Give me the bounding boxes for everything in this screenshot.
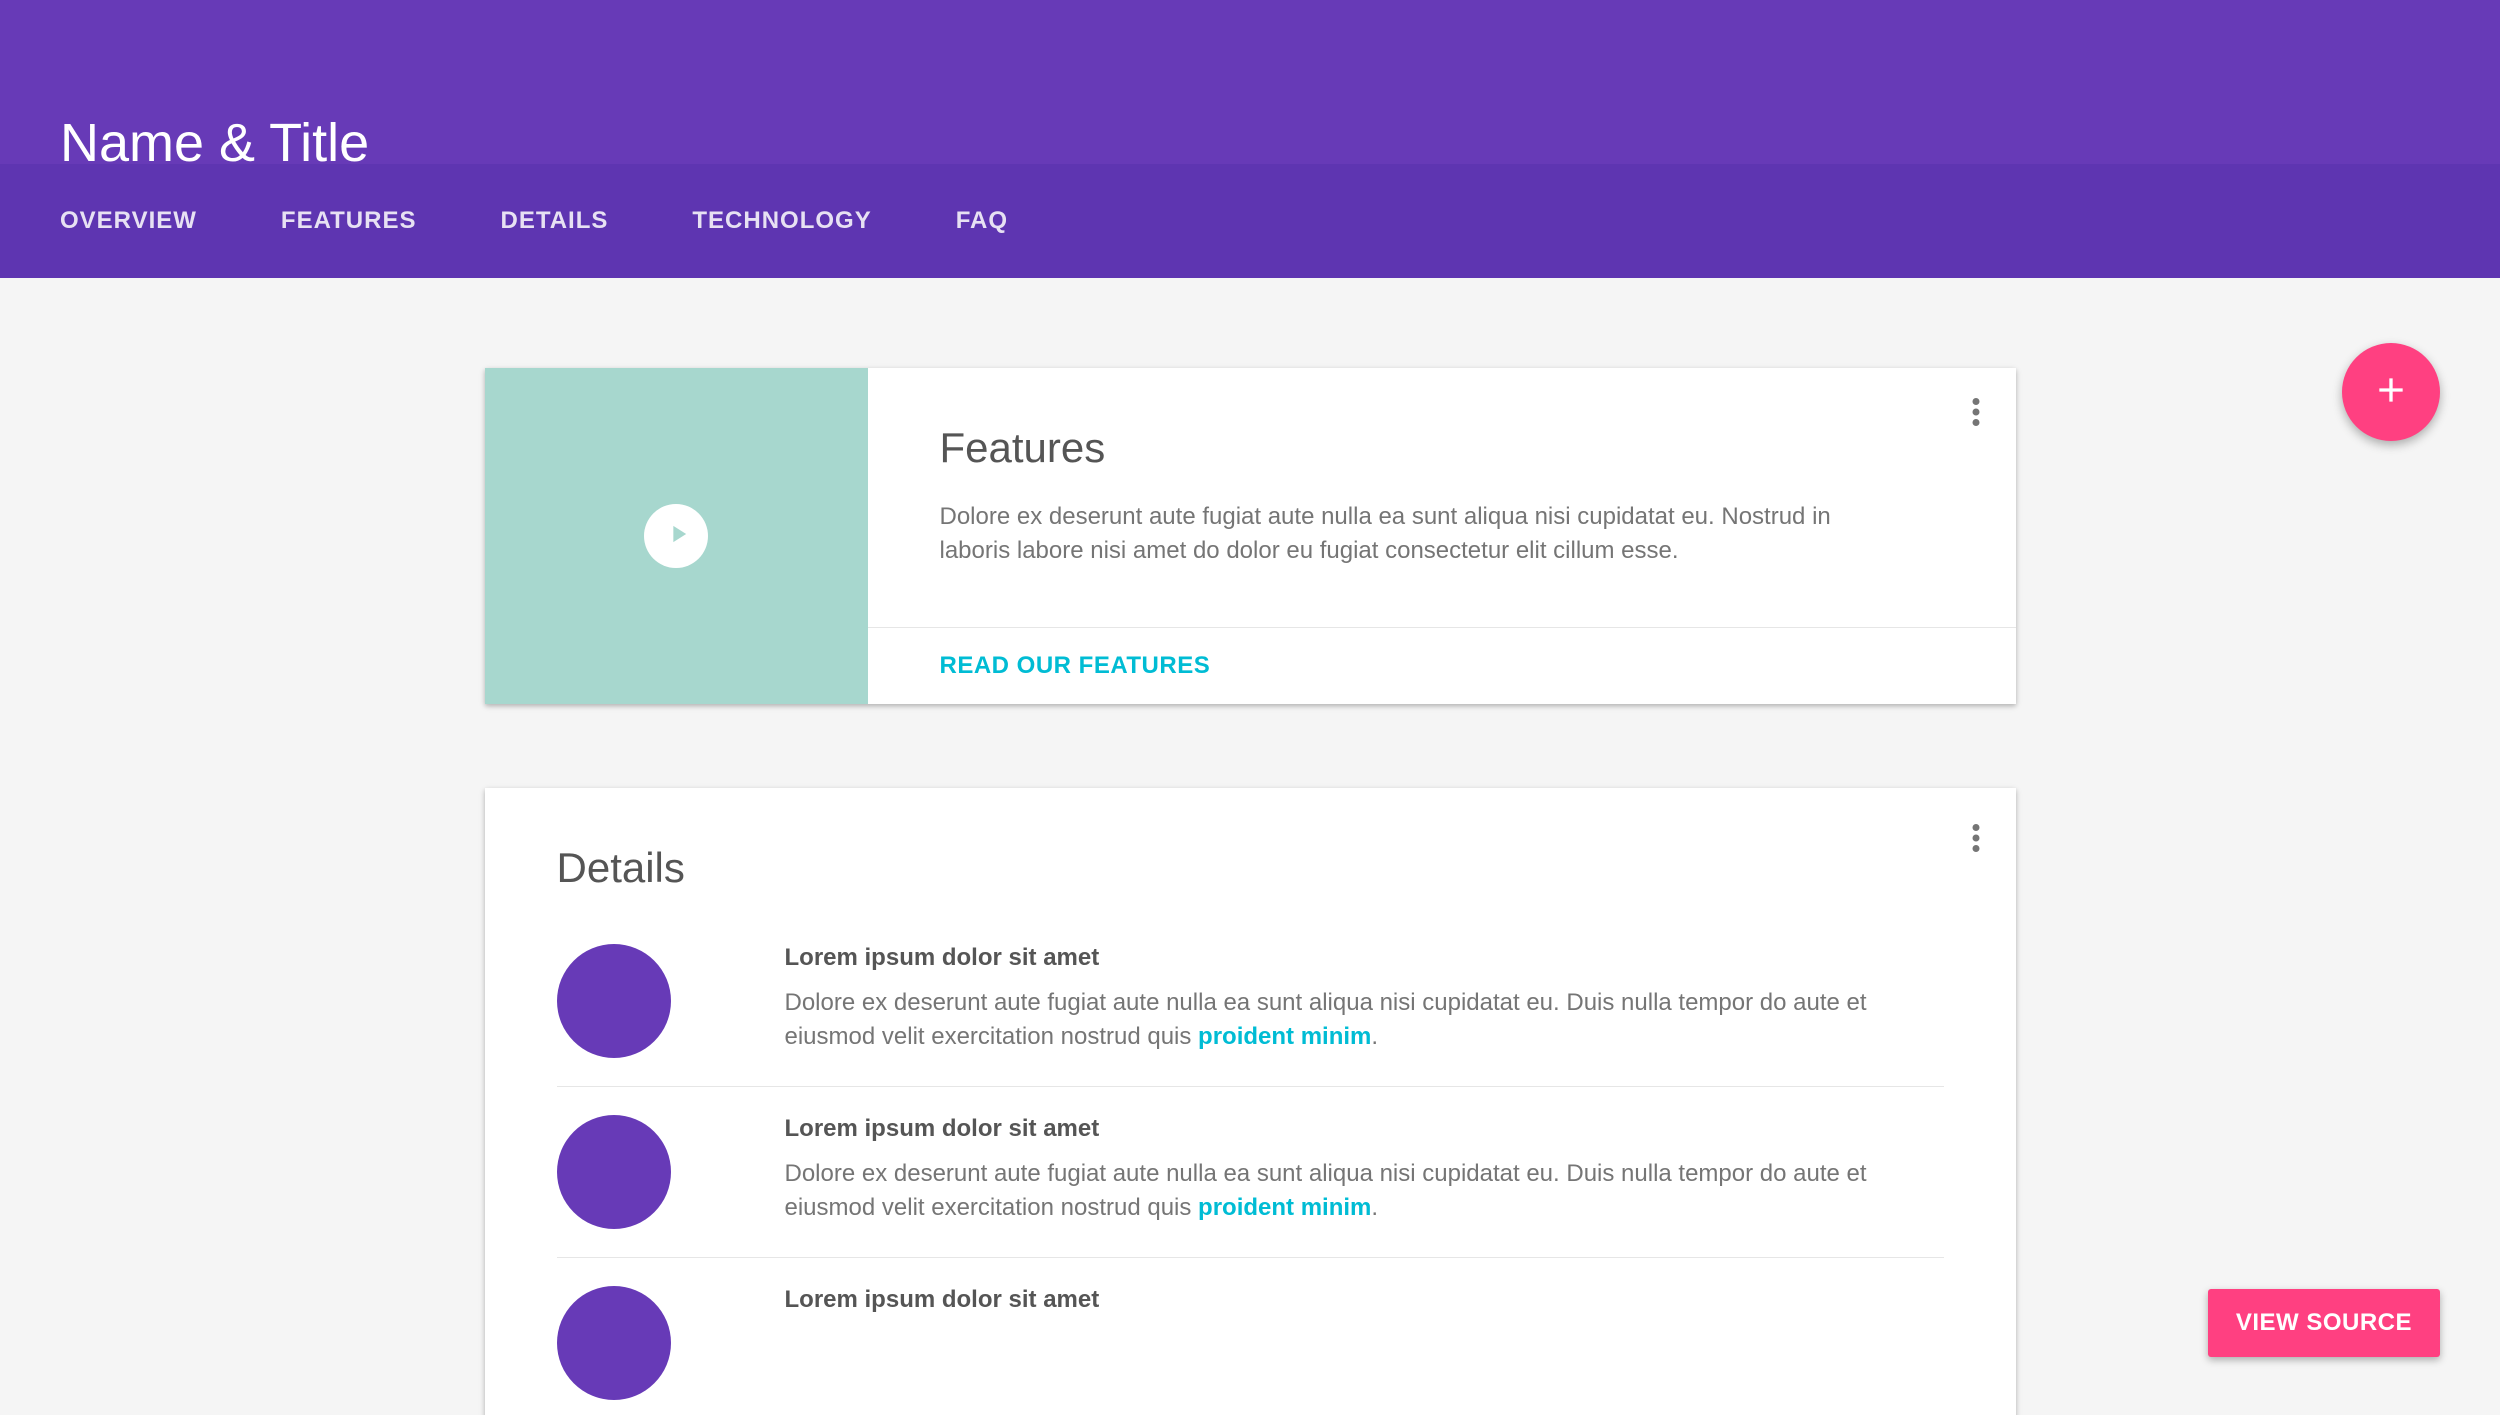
details-card: Details Lorem ipsum dolor sit amet Dolor… <box>485 788 2016 1415</box>
detail-text: Dolore ex deserunt aute fugiat aute null… <box>785 1157 1944 1224</box>
detail-link[interactable]: proident minim <box>1198 1023 1371 1050</box>
detail-text: Dolore ex deserunt aute fugiat aute null… <box>785 986 1944 1053</box>
features-card: Features Dolore ex deserunt aute fugiat … <box>485 368 2016 704</box>
detail-heading: Lorem ipsum dolor sit amet <box>785 1286 1944 1314</box>
features-card-title: Features <box>868 368 2016 500</box>
features-card-actions: READ OUR FEATURES <box>868 627 2016 704</box>
detail-avatar-icon <box>557 1286 671 1400</box>
more-vert-icon <box>1972 839 1980 856</box>
tab-features[interactable]: FEATURES <box>239 207 459 235</box>
play-button[interactable] <box>644 504 708 568</box>
main-content: Features Dolore ex deserunt aute fugiat … <box>0 278 2500 1415</box>
detail-item: Lorem ipsum dolor sit amet Dolore ex des… <box>557 944 1944 1087</box>
detail-content: Lorem ipsum dolor sit amet Dolore ex des… <box>785 1115 1944 1224</box>
play-icon <box>660 520 692 553</box>
detail-text-post: . <box>1371 1194 1378 1221</box>
features-card-menu[interactable] <box>1964 390 1988 439</box>
detail-heading: Lorem ipsum dolor sit amet <box>785 944 1944 972</box>
tab-overview[interactable]: OVERVIEW <box>60 207 239 235</box>
detail-item: Lorem ipsum dolor sit amet Dolore ex des… <box>557 1115 1944 1258</box>
detail-content: Lorem ipsum dolor sit amet Dolore ex des… <box>785 944 1944 1053</box>
features-card-body: Features Dolore ex deserunt aute fugiat … <box>868 368 2016 704</box>
detail-avatar-icon <box>557 944 671 1058</box>
details-card-menu[interactable] <box>1964 816 1988 865</box>
tab-technology[interactable]: TECHNOLOGY <box>650 207 913 235</box>
read-features-link[interactable]: READ OUR FEATURES <box>940 652 1211 679</box>
page-title: Name & Title <box>0 0 2500 174</box>
view-source-button[interactable]: VIEW SOURCE <box>2208 1289 2440 1357</box>
detail-heading: Lorem ipsum dolor sit amet <box>785 1115 1944 1143</box>
detail-content: Lorem ipsum dolor sit amet <box>785 1286 1944 1328</box>
app-header: Name & Title OVERVIEW FEATURES DETAILS T… <box>0 0 2500 278</box>
more-vert-icon <box>1972 413 1980 430</box>
detail-item: Lorem ipsum dolor sit amet <box>557 1286 1944 1415</box>
features-card-text: Dolore ex deserunt aute fugiat aute null… <box>868 500 2016 627</box>
tab-faq[interactable]: FAQ <box>914 207 1050 235</box>
plus-icon <box>2371 370 2411 415</box>
detail-link[interactable]: proident minim <box>1198 1194 1371 1221</box>
details-card-title: Details <box>557 844 1944 892</box>
features-media <box>485 368 868 704</box>
tab-details[interactable]: DETAILS <box>458 207 650 235</box>
add-fab-button[interactable] <box>2342 343 2440 441</box>
detail-text-post: . <box>1371 1023 1378 1050</box>
tab-bar: OVERVIEW FEATURES DETAILS TECHNOLOGY FAQ <box>0 164 2500 278</box>
detail-avatar-icon <box>557 1115 671 1229</box>
